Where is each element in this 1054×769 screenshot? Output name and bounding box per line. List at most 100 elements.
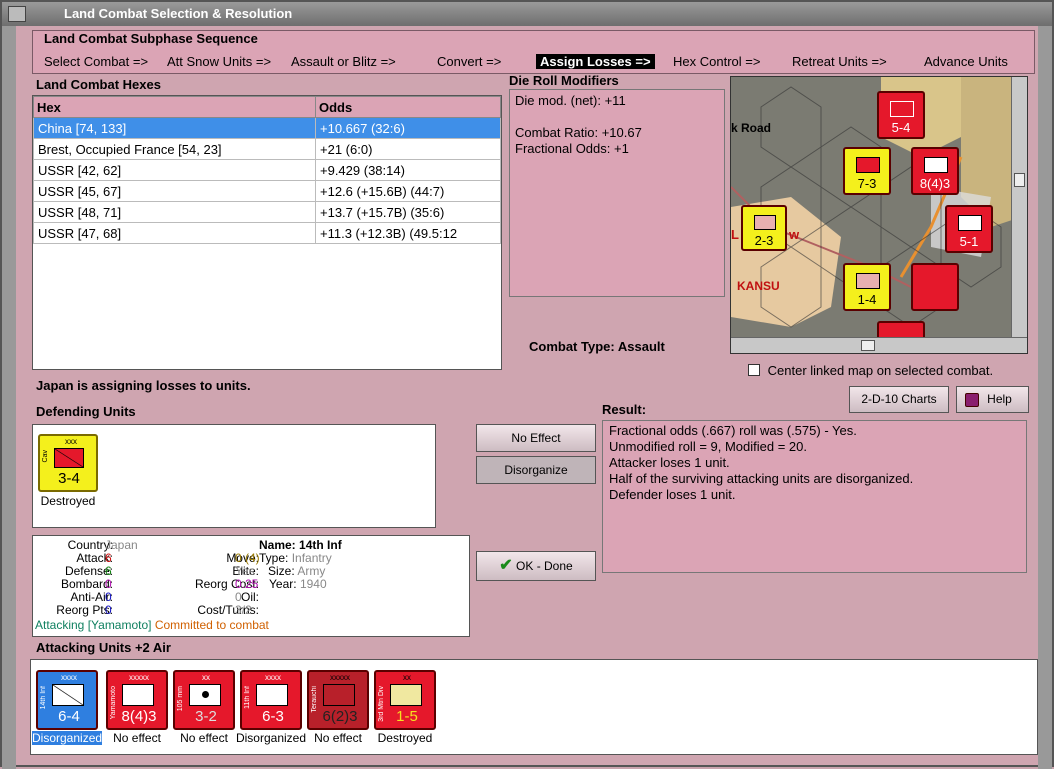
result-line: Half of the surviving attacking units ar… bbox=[609, 471, 914, 486]
mountain-symbol-icon bbox=[390, 684, 422, 706]
map-unit[interactable]: 2-3 bbox=[741, 205, 787, 251]
status-message: Japan is assigning losses to units. bbox=[36, 378, 251, 393]
attacking-unit[interactable]: xxxx 14th Inf 6-4 bbox=[36, 670, 98, 730]
unit-value: 8(4)3 bbox=[121, 708, 157, 725]
subphase-sequence: Land Combat Subphase Sequence Select Com… bbox=[32, 30, 1035, 74]
help-button[interactable]: Help bbox=[956, 386, 1029, 413]
table-row[interactable]: China [74, 133] +10.667 (32:6) bbox=[33, 117, 501, 139]
help-book-icon bbox=[965, 393, 979, 407]
title-bar: Land Combat Selection & Resolution bbox=[2, 2, 1052, 26]
unit-value: 6(2)3 bbox=[322, 708, 358, 725]
attacking-unit[interactable]: xxxxx Yamamoto 8(4)3 bbox=[106, 670, 168, 730]
attacking-unit[interactable]: xxxx 11th Inf 6-3 bbox=[240, 670, 302, 730]
step-retreat-units[interactable]: Retreat Units => bbox=[792, 54, 887, 69]
unit-symbol bbox=[856, 157, 880, 173]
map-unit[interactable]: 5-4 bbox=[877, 91, 925, 139]
linked-map[interactable]: k Road KANSU L w 5-4 7-3 8(4)3 2-3 5-1 1… bbox=[730, 76, 1028, 354]
table-row[interactable]: USSR [42, 62] +9.429 (38:14) bbox=[33, 159, 501, 181]
step-att-snow[interactable]: Att Snow Units => bbox=[167, 54, 271, 69]
map-air-unit[interactable] bbox=[911, 263, 959, 311]
table-row[interactable]: Brest, Occupied France [54, 23] +21 (6:0) bbox=[33, 138, 501, 160]
unit-symbol bbox=[856, 273, 880, 289]
ok-done-label: OK - Done bbox=[516, 559, 573, 573]
hex-cell: China [74, 133] bbox=[33, 117, 316, 139]
infantry-symbol-icon bbox=[122, 684, 154, 706]
die-roll-panel: Die mod. (net): +11 Combat Ratio: +10.67… bbox=[509, 89, 725, 297]
map-vscrollbar[interactable] bbox=[1011, 77, 1027, 339]
defending-unit[interactable]: xxx Cav 3-4 bbox=[38, 434, 98, 492]
attacking-unit[interactable]: xx 3rd Mtn Div 1-5 bbox=[374, 670, 436, 730]
unit-size: xxxx bbox=[265, 673, 281, 682]
unit-symbol bbox=[958, 215, 982, 231]
step-advance-units[interactable]: Advance Units bbox=[924, 54, 1008, 69]
infantry-symbol-icon bbox=[323, 684, 355, 706]
attacking-unit[interactable]: xx 105 mm 3-2 bbox=[173, 670, 235, 730]
unit-value: 3-4 bbox=[58, 470, 80, 487]
map-road-label: k Road bbox=[731, 121, 772, 135]
window-frame-left bbox=[2, 26, 16, 769]
map-unit[interactable]: 8(4)3 bbox=[911, 147, 959, 195]
unit-caption: Destroyed bbox=[377, 731, 433, 745]
col-odds[interactable]: Odds bbox=[315, 96, 501, 118]
unit-side-label: 11th Inf bbox=[244, 686, 251, 709]
size-value: Army bbox=[297, 564, 326, 578]
step-assault-blitz[interactable]: Assault or Blitz => bbox=[291, 54, 396, 69]
cost-turns-value: 3/2 bbox=[235, 603, 252, 617]
reorg-pts-value: 0 bbox=[105, 603, 112, 617]
details-labels-col1: Country: Attack: Defense: Bombard: Anti-… bbox=[33, 539, 113, 617]
attacking-unit[interactable]: xxxxx Terauchi 6(2)3 bbox=[307, 670, 369, 730]
map-unit[interactable]: 1-4 bbox=[843, 263, 891, 311]
die-mod-line: Die mod. (net): +11 bbox=[515, 93, 626, 108]
center-map-checkbox[interactable] bbox=[748, 364, 760, 376]
unit-caption: No effect bbox=[180, 731, 228, 745]
step-convert[interactable]: Convert => bbox=[437, 54, 501, 69]
combat-type-value: Assault bbox=[617, 339, 665, 354]
step-assign-losses[interactable]: Assign Losses => bbox=[536, 54, 655, 69]
artillery-symbol-icon bbox=[189, 684, 221, 706]
charts-button[interactable]: 2-D-10 Charts bbox=[849, 386, 949, 413]
center-map-option[interactable]: Center linked map on selected combat. bbox=[748, 363, 993, 378]
map-hscroll-thumb[interactable] bbox=[861, 340, 875, 351]
no-effect-button[interactable]: No Effect bbox=[476, 424, 596, 452]
map-unit[interactable]: 7-3 bbox=[843, 147, 891, 195]
system-menu-icon[interactable] bbox=[8, 6, 26, 22]
odds-cell: +10.667 (32:6) bbox=[315, 117, 501, 139]
table-row[interactable]: USSR [45, 67] +12.6 (+15.6B) (44:7) bbox=[33, 180, 501, 202]
unit-caption: No effect bbox=[113, 731, 161, 745]
name-label: Name: bbox=[259, 538, 296, 552]
unit-caption: Disorganized bbox=[32, 731, 103, 745]
ok-done-button[interactable]: ✔ OK - Done bbox=[476, 551, 596, 581]
map-hscrollbar[interactable] bbox=[731, 337, 1027, 353]
committed-status: Committed to combat bbox=[154, 618, 269, 632]
unit-value: 5-4 bbox=[891, 120, 911, 135]
unit-caption: Destroyed bbox=[40, 494, 96, 508]
step-select-combat[interactable]: Select Combat => bbox=[44, 54, 148, 69]
unit-value: 6-4 bbox=[58, 708, 80, 725]
result-heading: Result: bbox=[602, 402, 647, 417]
map-kansu-label: KANSU bbox=[737, 279, 780, 293]
hex-cell: USSR [48, 71] bbox=[33, 201, 316, 223]
checkmark-icon: ✔ bbox=[499, 557, 513, 574]
window-title: Land Combat Selection & Resolution bbox=[64, 6, 293, 21]
unit-caption: No effect bbox=[314, 731, 362, 745]
step-hex-control[interactable]: Hex Control => bbox=[673, 54, 760, 69]
unit-caption: Disorganized bbox=[235, 731, 307, 745]
map-unit[interactable]: 5-1 bbox=[945, 205, 993, 253]
result-line: Defender loses 1 unit. bbox=[609, 487, 736, 502]
unit-value: 1-5 bbox=[396, 708, 418, 725]
unit-value: 5-1 bbox=[959, 234, 979, 249]
unit-side-label: 14th Inf bbox=[40, 686, 47, 710]
unit-symbol bbox=[890, 101, 914, 117]
table-row[interactable]: USSR [48, 71] +13.7 (+15.7B) (35:6) bbox=[33, 201, 501, 223]
map-vscroll-thumb[interactable] bbox=[1014, 173, 1025, 187]
unit-value: 6-3 bbox=[262, 708, 284, 725]
result-line: Unmodified roll = 9, Modified = 20. bbox=[609, 439, 807, 454]
fractional-odds-line: Fractional Odds: +1 bbox=[515, 141, 629, 156]
table-row[interactable]: USSR [47, 68] +11.3 (+12.3B) (49.5:12 bbox=[33, 222, 501, 244]
unit-value: 1-4 bbox=[857, 292, 877, 307]
hexes-heading: Land Combat Hexes bbox=[36, 77, 161, 92]
unit-side-label: Cav bbox=[42, 450, 49, 463]
col-hex[interactable]: Hex bbox=[33, 96, 316, 118]
combat-type: Combat Type: Assault bbox=[529, 339, 665, 354]
disorganize-button[interactable]: Disorganize bbox=[476, 456, 596, 484]
